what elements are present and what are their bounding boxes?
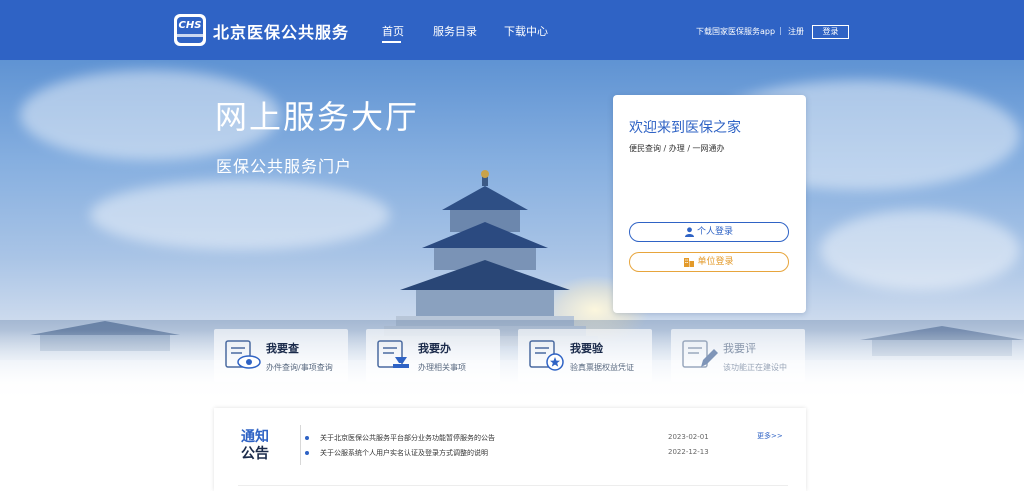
nav-download-center[interactable]: 下载中心 [504, 23, 548, 39]
service-title: 我要办 [418, 342, 451, 355]
notice-heading-line2: 公告 [241, 446, 269, 462]
notice-item-link[interactable]: 关于公服系统个人用户实名认证及登录方式调整的说明 [320, 448, 488, 458]
service-card-evaluate[interactable]: 我要评 该功能正在建设中 [671, 329, 805, 382]
notice-item-date: 2022-12-13 [668, 448, 709, 456]
hero-subtitle: 医保公共服务门户 [216, 157, 353, 176]
notice-item-date: 2023-02-01 [668, 433, 709, 441]
hero-fade-overlay [0, 330, 1024, 400]
chs-logo[interactable]: CHS [174, 14, 206, 46]
notice-panel: 通知 公告 关于北京医保公共服务平台部分业务功能暂停服务的公告 2023-02-… [214, 408, 806, 491]
welcome-login-card: 欢迎来到医保之家 便民查询 / 办理 / 一网通办 个人登录 单位登录 [613, 95, 806, 313]
unit-login-label: 单位登录 [697, 257, 734, 267]
service-card-verify[interactable]: 我要验 验真票据权益凭证 [518, 329, 652, 382]
service-title: 我要查 [266, 342, 299, 355]
service-title: 我要评 [723, 342, 756, 355]
bullet-dot-icon [305, 436, 309, 440]
bullet-dot-icon [305, 451, 309, 455]
notice-heading: 通知 公告 [238, 429, 272, 463]
header-divider: | [779, 26, 782, 35]
eye-document-icon [225, 340, 261, 369]
chs-logo-mark: CHS [177, 17, 203, 43]
star-badge-document-icon [529, 340, 564, 371]
service-description: 办理相关事项 [418, 363, 466, 372]
personal-login-button[interactable]: 个人登录 [629, 222, 789, 242]
hero-title: 网上服务大厅 [215, 98, 420, 136]
service-description: 办件查询/事项查询 [266, 363, 333, 372]
service-title: 我要验 [570, 342, 603, 355]
cloud-decoration [90, 180, 390, 250]
notice-bottom-divider [238, 485, 788, 486]
personal-login-label: 个人登录 [696, 227, 733, 237]
register-link[interactable]: 注册 [788, 26, 804, 37]
stamp-document-icon [377, 340, 409, 368]
download-app-link[interactable]: 下载国家医保服务app [696, 26, 775, 37]
unit-login-button[interactable]: 单位登录 [629, 252, 789, 272]
building-icon [684, 257, 695, 267]
notice-heading-line1: 通知 [241, 429, 269, 445]
top-header: CHS 北京医保公共服务 首页 服务目录 下载中心 下载国家医保服务app | … [0, 0, 1024, 60]
site-title[interactable]: 北京医保公共服务 [213, 19, 349, 43]
hero-banner: 网上服务大厅 医保公共服务门户 [0, 60, 1024, 400]
welcome-subtitle: 便民查询 / 办理 / 一网通办 [629, 144, 725, 153]
service-description: 该功能正在建设中 [723, 363, 787, 372]
service-card-handle[interactable]: 我要办 办理相关事项 [366, 329, 500, 382]
user-icon [684, 226, 694, 237]
more-notices-link[interactable]: 更多>> [757, 431, 783, 441]
notice-divider [300, 425, 301, 465]
service-card-query[interactable]: 我要查 办件查询/事项查询 [214, 329, 348, 382]
nav-active-indicator [382, 41, 401, 43]
welcome-title: 欢迎来到医保之家 [629, 120, 741, 136]
login-button[interactable]: 登录 [812, 25, 849, 39]
pen-document-icon [682, 340, 718, 368]
nav-home[interactable]: 首页 [382, 23, 404, 39]
notice-item-link[interactable]: 关于北京医保公共服务平台部分业务功能暂停服务的公告 [320, 433, 495, 443]
nav-service-catalog[interactable]: 服务目录 [433, 23, 477, 39]
service-description: 验真票据权益凭证 [570, 363, 634, 372]
cloud-decoration [820, 210, 1020, 290]
